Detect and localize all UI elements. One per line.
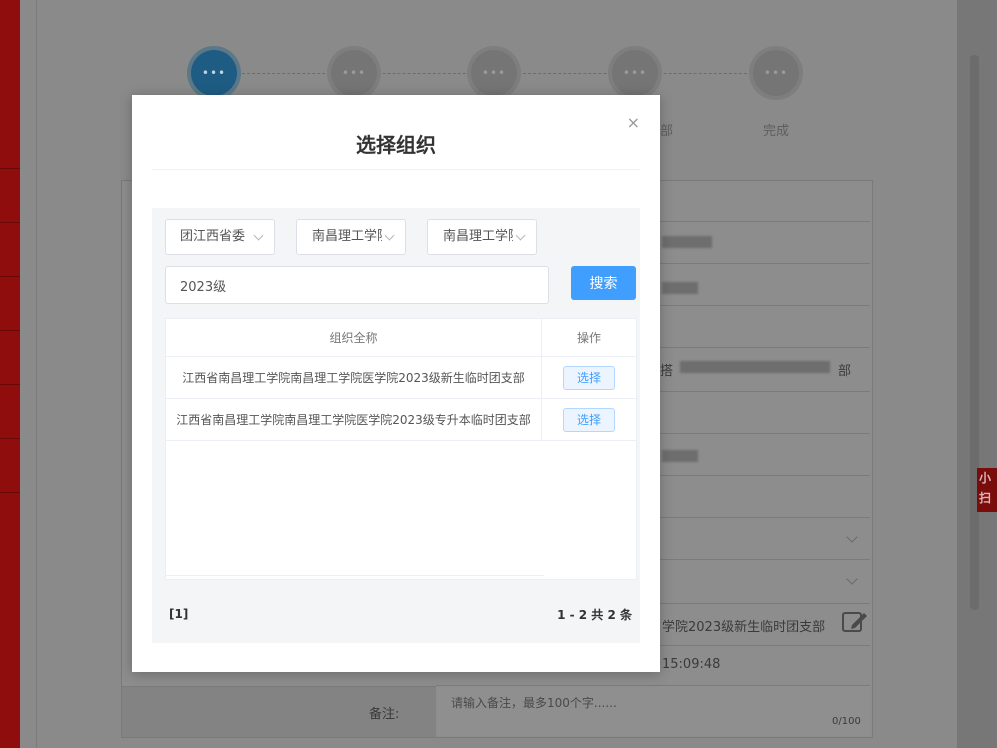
school-select[interactable]: 南昌理工学院 (296, 219, 406, 255)
masked-value (662, 236, 712, 248)
table-row-name: 江西省南昌理工学院南昌理工学院医学院2023级专升本临时团支部 (166, 399, 541, 441)
sidebar-separator (0, 330, 20, 331)
time-value: 15:09:48 (662, 657, 721, 672)
table-row-op: 选择 (541, 399, 636, 441)
select-org-dialog: 选择组织 × 团江西省委 南昌理工学院 南昌理工学院 搜索 组织全称 操作 江西… (132, 95, 660, 672)
step-label-4: 部 (660, 124, 674, 139)
left-red-sidebar (0, 0, 20, 748)
chevron-down-icon (253, 230, 264, 241)
sidebar-separator (0, 222, 20, 223)
masked-org-prefix: 搭 (660, 364, 674, 379)
selected-org-value: 学院2023级新生临时团支部 (662, 620, 826, 635)
remark-placeholder: 请输入备注，最多100个字...... (451, 696, 617, 710)
table-row-name: 江西省南昌理工学院南昌理工学院医学院2023级新生临时团支部 (166, 357, 541, 399)
step-5: ••• (753, 50, 799, 96)
sidebar-separator (0, 438, 20, 439)
step-dots: ••• (481, 66, 507, 80)
step-1: ••• (191, 50, 237, 96)
chevron-down-icon (515, 230, 526, 241)
step-dots: ••• (763, 66, 789, 80)
masked-org-suffix: 部 (838, 364, 852, 379)
sidebar-separator (0, 384, 20, 385)
college-select-value: 南昌理工学院 (443, 229, 513, 244)
remark-textarea[interactable]: 请输入备注，最多100个字...... 0/100 (437, 686, 870, 736)
search-button[interactable]: 搜索 (571, 266, 636, 300)
province-select[interactable]: 团江西省委 (165, 219, 275, 255)
page-scrollbar[interactable] (970, 55, 979, 610)
column-header-name: 组织全称 (166, 319, 541, 357)
province-select-value: 团江西省委 (180, 229, 246, 244)
sidebar-separator (0, 276, 20, 277)
side-badge-line: 小 (979, 471, 992, 485)
side-float-badge[interactable]: 小 扫 (977, 468, 997, 512)
step-dots: ••• (201, 66, 227, 80)
college-select[interactable]: 南昌理工学院 (427, 219, 537, 255)
school-select-value: 南昌理工学院 (312, 229, 382, 244)
chevron-down-icon (384, 230, 395, 241)
remark-counter: 0/100 (832, 716, 861, 727)
remark-label: 备注: (369, 707, 400, 722)
sidebar-separator (0, 168, 20, 169)
masked-value (662, 450, 698, 462)
step-label-5: 完成 (763, 124, 790, 139)
step-3: ••• (471, 50, 517, 96)
step-dots: ••• (622, 66, 648, 80)
step-2: ••• (331, 50, 377, 96)
masked-value (680, 361, 830, 373)
dialog-divider (152, 169, 640, 170)
masked-value (662, 282, 698, 294)
table-row-op: 选择 (541, 357, 636, 399)
close-icon[interactable]: × (627, 115, 640, 131)
table-footer-line (166, 575, 544, 576)
sidebar-separator (0, 492, 20, 493)
org-search-input[interactable] (165, 266, 549, 304)
edit-icon[interactable] (842, 610, 868, 634)
pagination-pages[interactable]: [1] (169, 607, 188, 621)
step-dots: ••• (341, 66, 367, 80)
pagination-summary: 1 - 2 共 2 条 (557, 608, 632, 622)
column-header-op: 操作 (541, 319, 636, 357)
side-badge-line: 扫 (979, 491, 992, 505)
dialog-body: 团江西省委 南昌理工学院 南昌理工学院 搜索 组织全称 操作 江西省南昌理工学院… (152, 208, 640, 643)
dialog-title: 选择组织 (356, 133, 436, 157)
step-4: ••• (612, 50, 658, 96)
select-org-button[interactable]: 选择 (563, 366, 615, 390)
select-org-button[interactable]: 选择 (563, 408, 615, 432)
org-table: 组织全称 操作 江西省南昌理工学院南昌理工学院医学院2023级新生临时团支部 选… (165, 318, 637, 580)
